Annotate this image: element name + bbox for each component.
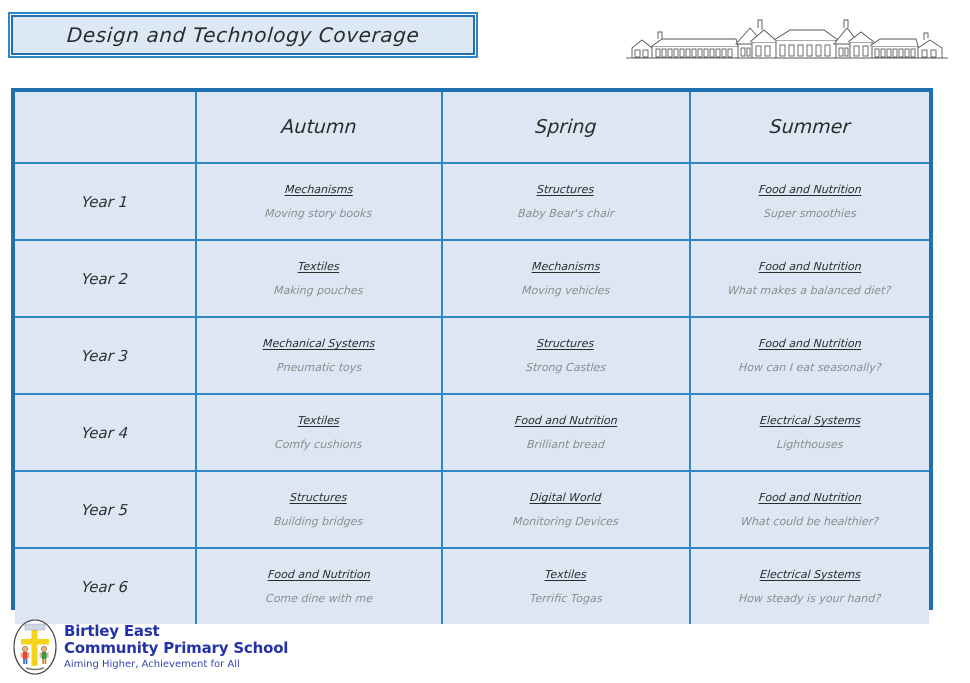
topic-cell-spring: Structures Strong Castles [442,317,691,395]
topic-cell-summer: Electrical Systems How steady is your ha… [690,548,929,624]
school-name-line2: Community Primary School [64,639,289,657]
year-label: Year 2 [81,269,129,288]
coverage-grid: Autumn Spring Summer Year 1 Mechanisms M… [15,92,929,624]
topic-title: Mechanisms [531,260,601,274]
topic-project: Super smoothies [763,206,857,220]
topic-title: Electrical Systems [759,568,861,582]
coverage-grid-body: Autumn Spring Summer Year 1 Mechanisms M… [15,92,929,624]
topic-cell-spring: Food and Nutrition Brilliant bread [442,394,691,472]
topic-project: Moving vehicles [521,283,611,297]
topic-project: How can I eat seasonally? [738,360,882,374]
topic-project: Lighthouses [776,437,844,451]
header-cell-autumn: Autumn [196,92,443,164]
topic-title: Food and Nutrition [758,183,862,197]
topic-project: Baby Bear's chair [517,206,615,220]
topic-cell-spring: Textiles Terrific Togas [442,548,691,624]
table-row: Year 3 Mechanical Systems Pneumatic toys… [15,317,929,395]
topic-project: Brilliant bread [526,437,606,451]
page-title: Design and Technology Coverage [65,23,421,47]
topic-cell-autumn: Textiles Making pouches [196,240,443,318]
topic-title: Food and Nutrition [758,337,862,351]
topic-cell-autumn: Structures Building bridges [196,471,443,549]
header-corner-cell [15,92,197,164]
year-cell: Year 4 [15,394,197,472]
school-name-line1: Birtley East [64,622,160,640]
topic-project: Come dine with me [265,591,373,605]
topic-title: Structures [536,337,596,351]
coverage-table: Autumn Spring Summer Year 1 Mechanisms M… [11,88,933,624]
year-cell: Year 2 [15,240,197,318]
topic-title: Digital World [529,491,603,505]
topic-title: Structures [289,491,349,505]
topic-cell-spring: Mechanisms Moving vehicles [442,240,691,318]
topic-title: Textiles [297,414,341,428]
year-label: Year 1 [81,192,129,211]
year-label: Year 5 [81,500,129,519]
topic-project: What makes a balanced diet? [727,283,893,297]
topic-title: Mechanisms [284,183,354,197]
topic-project: Comfy cushions [274,437,364,451]
topic-cell-autumn: Mechanical Systems Pneumatic toys [196,317,443,395]
topic-title: Food and Nutrition [267,568,371,582]
table-row: Year 4 Textiles Comfy cushions Food and … [15,394,929,472]
topic-cell-summer: Food and Nutrition How can I eat seasona… [690,317,929,395]
topic-project: What could be healthier? [740,514,880,528]
topic-title: Mechanical Systems [262,337,376,351]
school-crest-icon [12,618,58,676]
topic-title: Food and Nutrition [514,414,618,428]
column-header-autumn: Autumn [280,116,358,138]
school-tagline: Aiming Higher, Achievement for All [64,659,240,670]
column-header-summer: Summer [768,116,852,138]
year-cell: Year 6 [15,548,197,624]
topic-title: Textiles [544,568,588,582]
topic-cell-spring: Digital World Monitoring Devices [442,471,691,549]
page-header: Design and Technology Coverage [0,0,970,78]
topic-project: Strong Castles [525,360,607,374]
table-header-row: Autumn Spring Summer [15,92,929,164]
table-row: Year 5 Structures Building bridges Digit… [15,471,929,549]
topic-title: Electrical Systems [759,414,861,428]
school-logo: Birtley East Community Primary School Ai… [12,618,288,676]
year-label: Year 6 [81,577,129,596]
topic-cell-spring: Structures Baby Bear's chair [442,163,691,241]
year-cell: Year 3 [15,317,197,395]
topic-title: Food and Nutrition [758,260,862,274]
topic-project: Building bridges [273,514,365,528]
topic-project: Making pouches [273,283,365,297]
header-cell-summer: Summer [690,92,929,164]
topic-cell-autumn: Mechanisms Moving story books [196,163,443,241]
table-row: Year 1 Mechanisms Moving story books Str… [15,163,929,241]
year-label: Year 3 [81,346,129,365]
topic-project: Pneumatic toys [276,360,362,374]
school-logo-text: Birtley East Community Primary School Ai… [64,623,288,671]
topic-title: Textiles [297,260,341,274]
topic-title: Food and Nutrition [758,491,862,505]
topic-cell-autumn: Food and Nutrition Come dine with me [196,548,443,624]
topic-cell-summer: Electrical Systems Lighthouses [690,394,929,472]
topic-project: How steady is your hand? [738,591,882,605]
page-footer: Birtley East Community Primary School Ai… [0,615,970,683]
topic-project: Monitoring Devices [512,514,620,528]
column-header-spring: Spring [534,116,598,138]
topic-cell-summer: Food and Nutrition What could be healthi… [690,471,929,549]
year-label: Year 4 [81,423,129,442]
table-row: Year 6 Food and Nutrition Come dine with… [15,548,929,624]
topic-cell-autumn: Textiles Comfy cushions [196,394,443,472]
school-building-illustration [618,8,954,70]
topic-cell-summer: Food and Nutrition Super smoothies [690,163,929,241]
year-cell: Year 5 [15,471,197,549]
topic-title: Structures [536,183,596,197]
page-title-box: Design and Technology Coverage [8,12,478,58]
year-cell: Year 1 [15,163,197,241]
topic-project: Terrific Togas [529,591,603,605]
topic-project: Moving story books [265,206,374,220]
topic-cell-summer: Food and Nutrition What makes a balanced… [690,240,929,318]
header-cell-spring: Spring [442,92,691,164]
table-row: Year 2 Textiles Making pouches Mechanism… [15,240,929,318]
